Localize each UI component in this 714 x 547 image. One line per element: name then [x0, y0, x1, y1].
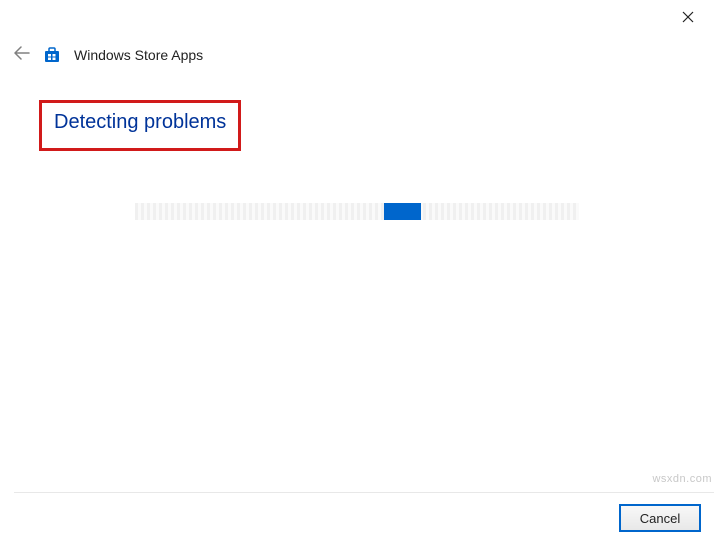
status-heading: Detecting problems — [54, 111, 226, 134]
cancel-button[interactable]: Cancel — [620, 505, 700, 531]
footer-separator — [14, 492, 714, 493]
progress-fill — [384, 203, 421, 220]
window-title: Windows Store Apps — [74, 47, 203, 63]
back-button[interactable] — [14, 46, 30, 64]
watermark: wsxdn.com — [652, 473, 712, 485]
close-icon — [682, 11, 694, 23]
back-arrow-icon — [14, 46, 30, 60]
close-button[interactable] — [674, 6, 702, 28]
window-header: Windows Store Apps — [14, 46, 203, 64]
highlight-annotation: Detecting problems — [39, 100, 241, 151]
progress-bar — [135, 203, 579, 220]
store-icon — [44, 47, 60, 63]
